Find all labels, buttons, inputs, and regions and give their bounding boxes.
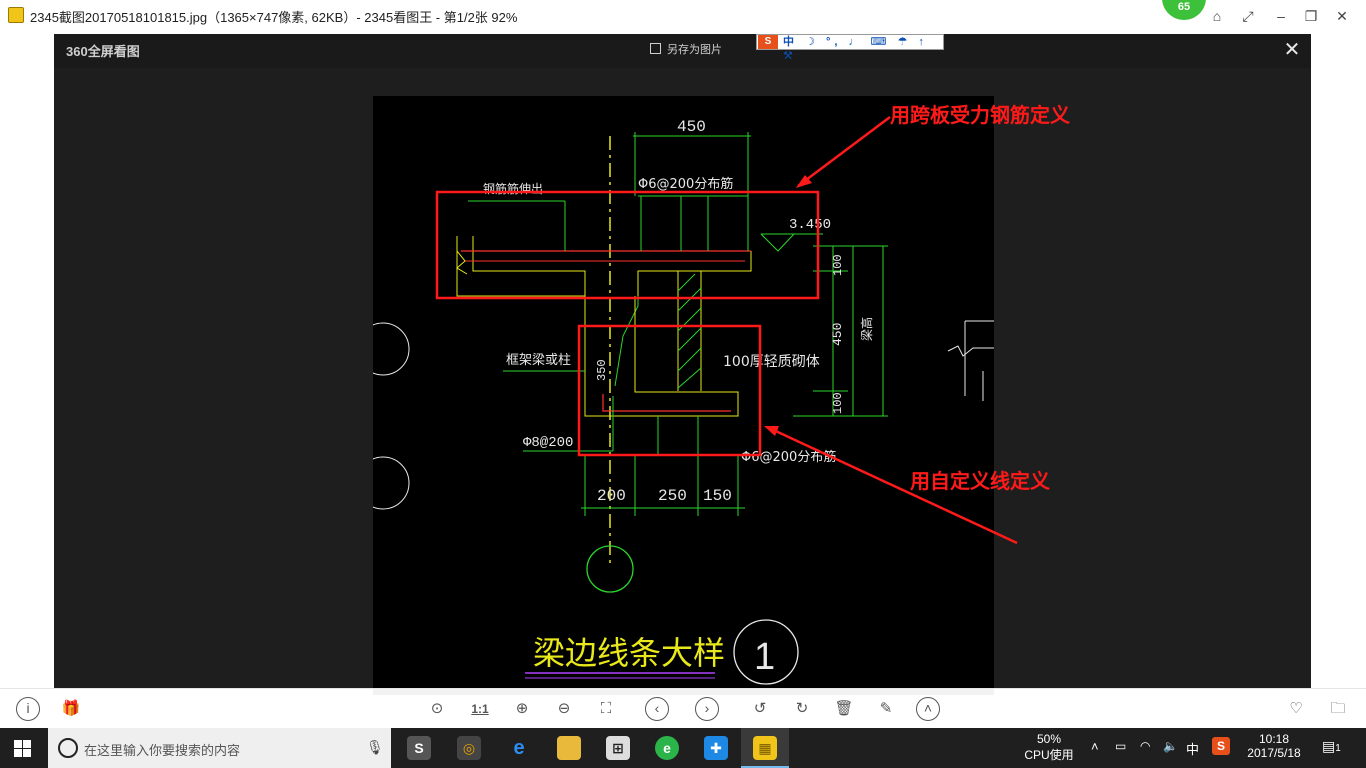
- next-icon[interactable]: ›: [695, 697, 719, 721]
- title-bar: 2345截图20170518101815.jpg（1365×747像素, 62K…: [0, 0, 1366, 31]
- viewer-2345-icon: ▦: [753, 736, 777, 760]
- cpu-percent: 50%: [1036, 732, 1062, 746]
- action-center-icon[interactable]: ▤1: [1322, 738, 1341, 755]
- zoom-out-icon[interactable]: ⊖: [552, 697, 576, 721]
- taskbar-search[interactable]: 在这里输入你要搜索的内容 🎙: [48, 728, 391, 768]
- mouse-icon[interactable]: ⊙: [425, 697, 449, 721]
- taskbar-360[interactable]: e: [643, 728, 691, 768]
- folder-icon[interactable]: 🗀: [1326, 697, 1350, 721]
- viewer-toolbar: i 🎁 ⊙ 1:1 ⊕ ⊖ ⛶ ‹ › ↺ ↻ 🗑 ✎ ˄ ♡ 🗀: [0, 688, 1366, 728]
- toolbar-divider: [373, 689, 994, 695]
- notification-count: 1: [1335, 743, 1341, 754]
- search-placeholder: 在这里输入你要搜索的内容: [84, 743, 241, 758]
- windows-start-icon[interactable]: [14, 740, 31, 757]
- app-icon: [8, 7, 24, 23]
- store-icon: ⊞: [606, 736, 630, 760]
- gift-icon[interactable]: 🎁: [59, 697, 83, 721]
- taskbar-2345viewer[interactable]: ▦: [741, 728, 789, 768]
- rotate-right-icon[interactable]: ↻: [790, 697, 814, 721]
- cpu-meter[interactable]: 50% CPU使用: [1024, 732, 1074, 763]
- fit-window-icon[interactable]: ⛶: [594, 697, 618, 721]
- taskbar-store[interactable]: ⊞: [594, 728, 642, 768]
- image-viewer: 360全屏看图 另存为图片 S 中 ☽ °, ♩ ⌨ ☂ ↑ ⚒ ✕ 450 Φ…: [0, 31, 1366, 688]
- microphone-icon[interactable]: 🎙: [366, 739, 384, 756]
- app-icon-7: ✚: [704, 736, 728, 760]
- tray-overflow-icon[interactable]: ˄: [1091, 739, 1099, 754]
- browser-360-icon: e: [655, 736, 679, 760]
- previous-icon[interactable]: ‹: [645, 697, 669, 721]
- sogou-tray-icon[interactable]: S: [1212, 737, 1230, 755]
- taskbar-app-1[interactable]: S: [395, 728, 443, 768]
- window-title: 2345截图20170518101815.jpg（1365×747像素, 62K…: [30, 10, 518, 25]
- taskbar-app-7[interactable]: ✚: [692, 728, 740, 768]
- fullscreen-icon[interactable]: ⤢: [1236, 4, 1260, 28]
- taskbar: 在这里输入你要搜索的内容 🎙 S ◎ e ⊞ e ✚ ▦ 50% CPU使用 ˄…: [0, 728, 1366, 768]
- restore-button[interactable]: ❐: [1299, 4, 1323, 28]
- score-badge[interactable]: 65: [1162, 0, 1206, 20]
- edge-icon: e: [507, 736, 531, 760]
- taskbar-app-2[interactable]: ◎: [445, 728, 493, 768]
- wifi-icon[interactable]: ◠: [1140, 739, 1150, 753]
- rotate-left-icon[interactable]: ↺: [748, 697, 772, 721]
- cpu-label: CPU使用: [1024, 748, 1074, 762]
- app-icon-2: ◎: [457, 736, 481, 760]
- close-button[interactable]: ✕: [1330, 4, 1354, 28]
- annotation-top-text: 用跨板受力钢筋定义: [890, 103, 1070, 127]
- cortana-icon: [58, 738, 78, 758]
- ime-indicator[interactable]: 中: [1186, 739, 1199, 758]
- clock-time: 10:18: [1258, 732, 1290, 746]
- annotation-box-bottom: [577, 324, 762, 457]
- actual-size-button[interactable]: 1:1: [468, 697, 492, 721]
- clock[interactable]: 10:18 2017/5/18: [1242, 732, 1306, 760]
- folder-explorer-icon: [557, 736, 581, 760]
- zoom-in-icon[interactable]: ⊕: [510, 697, 534, 721]
- annotation-box-top: [435, 190, 820, 300]
- more-icon[interactable]: ˄: [916, 697, 940, 721]
- clock-date: 2017/5/18: [1247, 746, 1301, 760]
- delete-icon[interactable]: 🗑: [832, 697, 856, 721]
- taskbar-explorer[interactable]: [545, 728, 593, 768]
- battery-icon[interactable]: ▭: [1115, 739, 1126, 753]
- edit-icon[interactable]: ✎: [874, 697, 898, 721]
- minimize-button[interactable]: –: [1269, 4, 1293, 28]
- skin-icon[interactable]: ⌂: [1205, 4, 1229, 28]
- info-icon[interactable]: i: [16, 697, 40, 721]
- volume-icon[interactable]: 🔈: [1163, 739, 1178, 753]
- app-icon-1: S: [407, 736, 431, 760]
- annotation-layer: 用跨板受力钢筋定义 用自定义线定义: [435, 103, 1070, 545]
- taskbar-edge[interactable]: e: [495, 728, 543, 768]
- favorite-icon[interactable]: ♡: [1284, 697, 1308, 721]
- annotation-bottom-text: 用自定义线定义: [910, 469, 1050, 493]
